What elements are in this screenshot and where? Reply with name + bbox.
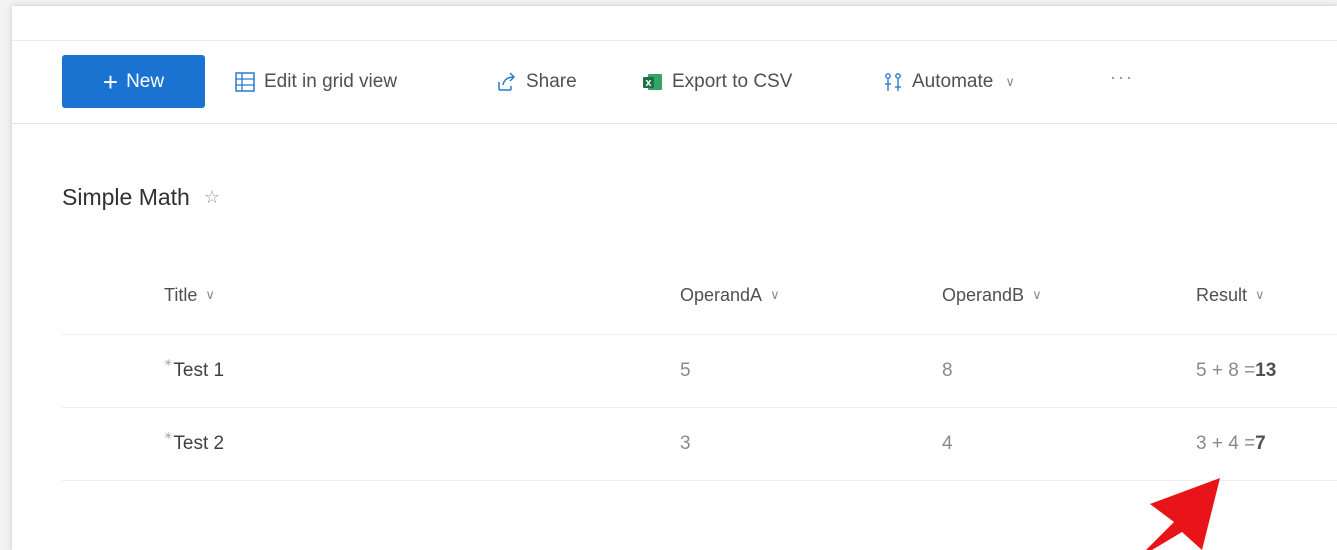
operandb-cell: 8	[942, 360, 953, 381]
excel-icon: X	[643, 74, 662, 90]
edit-in-grid-view-label: Edit in grid view	[264, 71, 398, 92]
star-icon[interactable]: ☆	[204, 187, 220, 208]
new-button[interactable]: + New	[62, 55, 205, 108]
page-title: Simple Math	[62, 184, 190, 210]
svg-text:X: X	[645, 79, 652, 88]
operanda-cell: 5	[680, 360, 691, 381]
column-header-label: OperandB	[942, 284, 1025, 305]
chevron-down-icon: ∨	[770, 287, 780, 302]
column-header-result[interactable]: Result ∨	[1196, 256, 1265, 334]
share-label: Share	[526, 71, 577, 92]
item-title-link[interactable]: Test 2	[173, 433, 224, 455]
result-value: 7	[1255, 433, 1266, 454]
more-options-button[interactable]: ···	[1110, 67, 1134, 88]
result-expression: 5 + 8 =	[1196, 360, 1256, 381]
column-header-label: Title	[164, 284, 198, 305]
column-header-title[interactable]: Title ∨	[164, 256, 215, 334]
result-expression: 3 + 4 =	[1196, 433, 1256, 454]
chevron-down-icon: ∨	[205, 287, 215, 302]
new-button-label: New	[126, 70, 165, 92]
grid-icon	[235, 72, 255, 92]
automate-label: Automate	[912, 71, 994, 92]
new-item-icon: ✳	[164, 430, 173, 442]
chevron-down-icon: ∨	[1255, 287, 1265, 302]
table-row[interactable]: ✳ Test 1 5 8 5 + 8 = 13	[62, 335, 1337, 408]
column-header-label: Result	[1196, 284, 1248, 305]
column-header-label: OperandA	[680, 284, 763, 305]
operandb-cell: 4	[942, 433, 953, 454]
edit-in-grid-view-button[interactable]: Edit in grid view	[234, 65, 397, 99]
list-view-panel: + New Edit in grid view Share X Export t…	[12, 6, 1337, 550]
result-cell: 5 + 8 = 13	[1196, 335, 1276, 407]
title-cell[interactable]: ✳ Test 2	[164, 408, 224, 480]
command-bar: + New Edit in grid view Share X Export t…	[12, 40, 1337, 124]
share-button[interactable]: Share	[496, 65, 577, 99]
item-title-link[interactable]: Test 1	[173, 360, 224, 382]
automate-button[interactable]: Automate ∨	[882, 65, 1015, 99]
export-to-csv-button[interactable]: X Export to CSV	[642, 65, 792, 99]
share-icon	[498, 72, 516, 91]
list-title-area: Simple Math ☆	[62, 184, 220, 211]
result-value: 13	[1255, 360, 1277, 381]
chevron-down-icon: ∨	[1032, 287, 1042, 302]
automate-icon	[885, 73, 901, 91]
new-item-icon: ✳	[164, 357, 173, 369]
red-arrow-icon	[1146, 478, 1220, 550]
title-cell[interactable]: ✳ Test 1	[164, 335, 224, 407]
export-to-csv-label: Export to CSV	[672, 71, 793, 92]
list-table: Title ∨ OperandA ∨ OperandB ∨ Result ∨ ✳…	[62, 256, 1337, 481]
operanda-cell: 3	[680, 433, 691, 454]
chevron-down-icon: ∨	[1005, 74, 1015, 89]
table-header: Title ∨ OperandA ∨ OperandB ∨ Result ∨	[62, 256, 1337, 335]
column-header-operandb[interactable]: OperandB ∨	[942, 256, 1042, 334]
plus-icon: +	[102, 66, 119, 97]
column-header-operanda[interactable]: OperandA ∨	[680, 256, 780, 334]
